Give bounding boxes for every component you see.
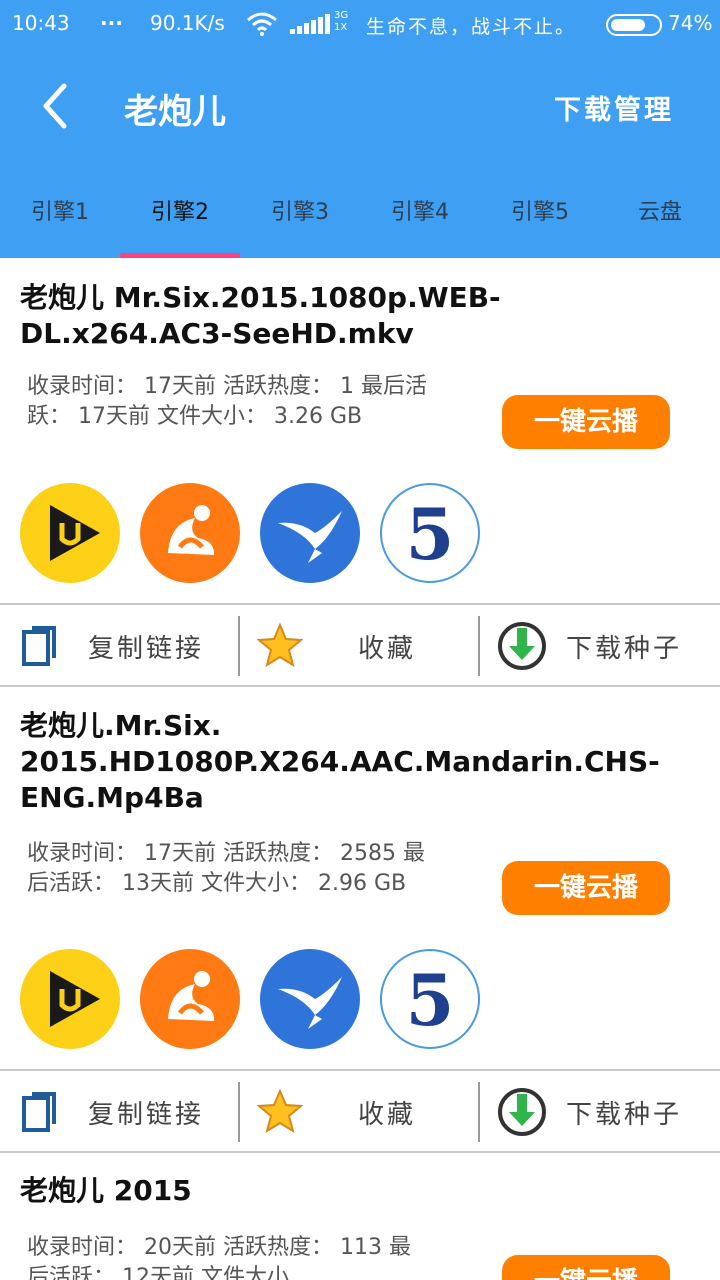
battery-icon [606, 14, 662, 36]
download-icon [498, 1088, 546, 1136]
app-bar: 老炮儿 下载管理 [0, 60, 720, 150]
download-icon [498, 622, 546, 670]
player-icons: 5 [20, 949, 500, 1049]
tab-engine-3[interactable]: 引擎3 [240, 185, 360, 258]
result-actions: 复制链接 收藏 下载种子 [0, 1072, 720, 1152]
result-card: 老炮儿.Mr.Six. 2015.HD1080P.X264.AAC.Mandar… [0, 688, 720, 1153]
copy-link-button[interactable]: 复制链接 [0, 606, 238, 686]
back-button[interactable] [26, 76, 86, 136]
result-title[interactable]: 老炮儿 Mr.Six.2015.1080p.WEB-DL.x264.AC3-Se… [20, 280, 670, 352]
favorite-button[interactable]: 收藏 [240, 606, 478, 686]
result-meta: 收录时间： 17天前 活跃热度： 2585 最后活跃： 13天前 文件大小： 2… [27, 841, 425, 896]
cloud-play-button[interactable]: 一键云播 [502, 395, 670, 449]
battery-percent: 74% [668, 11, 713, 35]
signal-icon [290, 14, 330, 34]
tab-engine-2[interactable]: 引擎2 [120, 185, 240, 258]
status-bar: 10:43 ... 90.1K/s 3G 1X 生命不息，战斗不止。 74% [0, 0, 720, 48]
status-network-type: 3G 1X [334, 10, 349, 33]
result-card: 老炮儿 Mr.Six.2015.1080p.WEB-DL.x264.AC3-Se… [0, 258, 720, 688]
tab-cloud-disk[interactable]: 云盘 [600, 185, 720, 258]
download-torrent-button[interactable]: 下载种子 [480, 1072, 720, 1152]
youku-player-icon[interactable] [20, 483, 120, 583]
result-title[interactable]: 老炮儿 2015 [20, 1173, 670, 1209]
copy-link-button[interactable]: 复制链接 [0, 1072, 238, 1152]
download-manager-button[interactable]: 下载管理 [554, 88, 674, 127]
status-motto: 生命不息，战斗不止。 [366, 16, 577, 38]
status-time: 10:43 [12, 11, 70, 35]
copy-icon [22, 1092, 56, 1132]
wifi-icon [247, 12, 277, 36]
result-actions: 复制链接 收藏 下载种子 [0, 606, 720, 686]
tab-engine-1[interactable]: 引擎1 [0, 185, 120, 258]
status-speed: 90.1K/s [150, 11, 225, 35]
star-icon [256, 1088, 304, 1134]
uc-browser-icon[interactable] [140, 483, 240, 583]
xunlei-icon[interactable] [260, 483, 360, 583]
youku-player-icon[interactable] [20, 949, 120, 1049]
result-card: 老炮儿 2015 收录时间： 20天前 活跃热度： 113 最后活跃： 12天前… [0, 1153, 720, 1280]
result-title[interactable]: 老炮儿.Mr.Six. 2015.HD1080P.X264.AAC.Mandar… [20, 708, 660, 816]
engine-tabs: 引擎1 引擎2 引擎3 引擎4 引擎5 云盘 [0, 185, 720, 258]
result-meta: 收录时间： 20天前 活跃热度： 113 最后活跃： 12天前 文件大小 [27, 1235, 411, 1280]
player-5-icon[interactable]: 5 [380, 949, 480, 1049]
svg-text:5: 5 [406, 959, 455, 1042]
player-icons: 5 [20, 483, 500, 583]
tab-engine-5[interactable]: 引擎5 [480, 185, 600, 258]
xunlei-icon[interactable] [260, 949, 360, 1049]
result-meta: 收录时间： 17天前 活跃热度： 1 最后活跃： 17天前 文件大小： 3.26… [27, 374, 427, 429]
cloud-play-button[interactable]: 一键云播 [502, 1255, 670, 1280]
back-arrow-icon [43, 83, 67, 129]
status-dots: ... [100, 6, 123, 30]
app-header: 10:43 ... 90.1K/s 3G 1X 生命不息，战斗不止。 74% 老炮… [0, 0, 720, 258]
copy-icon [22, 626, 56, 666]
svg-text:5: 5 [406, 493, 455, 576]
cloud-play-button[interactable]: 一键云播 [502, 861, 670, 915]
favorite-button[interactable]: 收藏 [240, 1072, 478, 1152]
star-icon [256, 622, 304, 668]
player-5-icon[interactable]: 5 [380, 483, 480, 583]
uc-browser-icon[interactable] [140, 949, 240, 1049]
page-title: 老炮儿 [124, 92, 226, 132]
tab-engine-4[interactable]: 引擎4 [360, 185, 480, 258]
download-torrent-button[interactable]: 下载种子 [480, 606, 720, 686]
